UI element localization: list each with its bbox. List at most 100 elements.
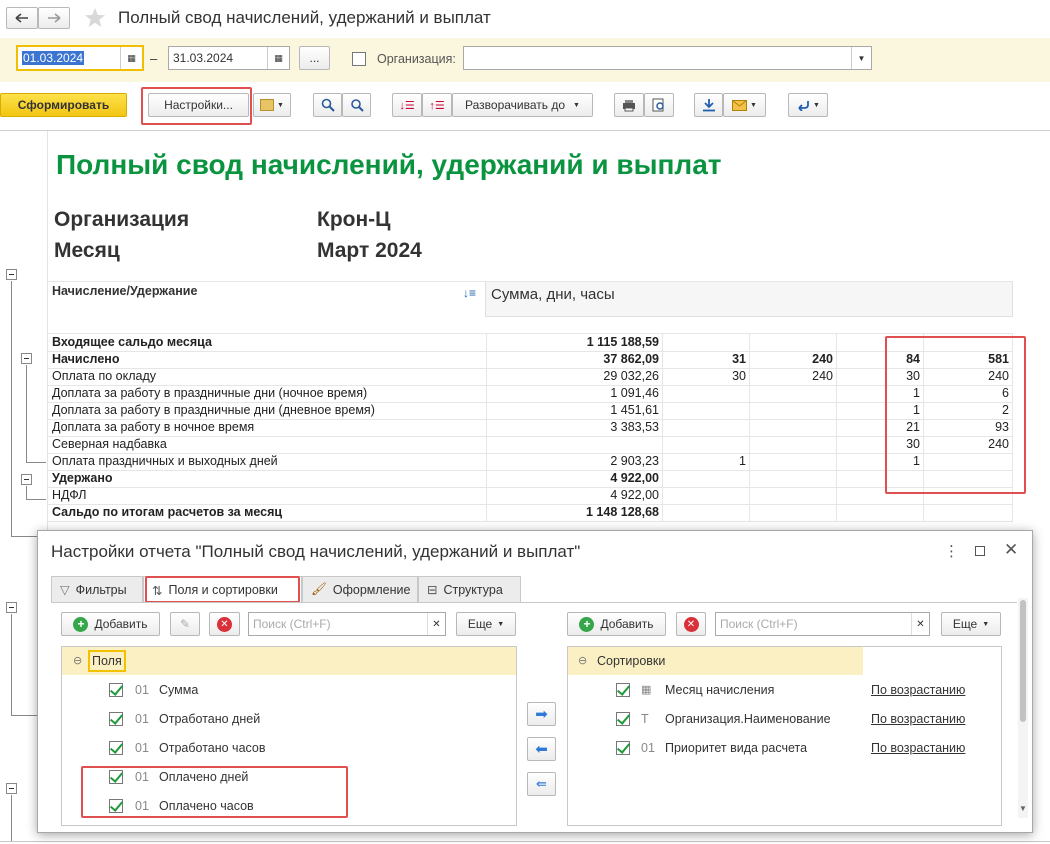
params-bar: 01.03.2024 ▦ – 31.03.2024 ▦ ... Организа… [0, 38, 1050, 82]
save-button[interactable] [694, 93, 723, 117]
row-label: Входящее сальдо месяца [52, 335, 212, 349]
sort-order-link[interactable]: По возрастанию [871, 712, 965, 726]
clear-icon[interactable]: ✕ [911, 613, 929, 635]
sort-order-link[interactable]: По возрастанию [871, 683, 965, 697]
report-title: Полный свод начислений, удержаний и выпл… [56, 149, 722, 180]
preview-button[interactable] [644, 93, 674, 117]
sort-field-label[interactable]: Приоритет вида расчета [665, 741, 807, 755]
row-label: Оплата праздничных и выходных дней [52, 454, 278, 468]
right-add-button[interactable]: + Добавить [567, 612, 666, 636]
scroll-down-icon[interactable]: ▼ [1019, 804, 1027, 813]
close-icon[interactable]: ✕ [1004, 540, 1018, 560]
header-underline [48, 333, 1013, 334]
date-to-field[interactable]: 31.03.2024 ▦ [168, 46, 290, 70]
collapse-circle-icon[interactable]: ⊖ [73, 654, 82, 667]
right-more-button[interactable]: Еще ▼ [941, 612, 1001, 636]
row-label: Удержано [52, 471, 113, 485]
more-vert-icon[interactable]: ⋮ [944, 542, 959, 560]
left-more-label: Еще [467, 617, 493, 631]
settings-highlight [141, 87, 252, 125]
calendar-icon[interactable]: ▦ [120, 47, 142, 69]
tab-filters-label: Фильтры [75, 582, 127, 597]
chevron-down-icon: ▼ [277, 101, 284, 109]
group-collapse-toggle[interactable] [21, 353, 32, 364]
period-select-button[interactable]: ... [299, 46, 330, 70]
clear-icon[interactable]: ✕ [427, 613, 445, 635]
right-delete-button[interactable]: ✕ [676, 612, 706, 636]
print-button[interactable] [614, 93, 644, 117]
row-divider [48, 351, 1013, 352]
field-checkbox[interactable] [109, 741, 123, 755]
share-button[interactable]: ▼ [788, 93, 828, 117]
right-search-input[interactable]: Поиск (Ctrl+F) ✕ [715, 612, 930, 636]
row-divider [48, 487, 1013, 488]
collapse-circle-icon[interactable]: ⊖ [578, 654, 587, 667]
row-value-c2: 1 [739, 454, 746, 468]
field-checkbox[interactable] [109, 683, 123, 697]
tab-highlight [145, 576, 300, 603]
expand-groups-button[interactable]: ↑☰ [422, 93, 452, 117]
download-icon [702, 99, 715, 112]
sort-order-link[interactable]: По возрастанию [871, 741, 965, 755]
sort-checkbox[interactable] [616, 683, 630, 697]
group-collapse-toggle[interactable] [21, 474, 32, 485]
report-left-border [47, 131, 48, 541]
scroll-thumb[interactable] [1020, 600, 1026, 722]
collapse-groups-button[interactable]: ↓☰ [392, 93, 422, 117]
left-search-input[interactable]: Поиск (Ctrl+F) ✕ [248, 612, 446, 636]
sort-checkbox[interactable] [616, 712, 630, 726]
search-next-button[interactable] [342, 93, 371, 117]
chevron-down-icon: ▼ [813, 101, 820, 109]
sort-desc-icon[interactable]: ↓≡ [463, 286, 476, 300]
left-delete-button[interactable]: ✕ [209, 612, 240, 636]
field-label[interactable]: Отработано часов [159, 741, 266, 755]
row-label: Начислено [52, 352, 120, 366]
org-checkbox[interactable] [352, 52, 366, 66]
field-checkbox[interactable] [109, 712, 123, 726]
generate-button[interactable]: Сформировать [0, 93, 127, 117]
pencil-icon: ✎ [179, 617, 191, 631]
col-header-2: Сумма, дни, часы [491, 286, 615, 303]
window-title: Полный свод начислений, удержаний и выпл… [118, 8, 491, 27]
tab-appearance[interactable]: 🖌 Оформление [302, 576, 418, 602]
row-value-c1: 37 862,09 [603, 352, 659, 366]
row-value-c1: 2 903,23 [610, 454, 659, 468]
sort-field-label[interactable]: Месяц начисления [665, 683, 774, 697]
variants-button[interactable]: ▼ [253, 93, 291, 117]
calendar-icon[interactable]: ▦ [267, 47, 289, 69]
row-value-c1: 1 091,46 [610, 386, 659, 400]
group-collapse-toggle[interactable] [6, 783, 17, 794]
left-edit-button[interactable]: ✎ [170, 612, 200, 636]
field-label[interactable]: Отработано дней [159, 712, 260, 726]
forward-button[interactable] [38, 7, 70, 29]
back-button[interactable] [6, 7, 38, 29]
left-more-button[interactable]: Еще ▼ [456, 612, 516, 636]
group-collapse-toggle[interactable] [6, 269, 17, 280]
fields-group-row[interactable] [62, 647, 516, 675]
tree-line [11, 281, 12, 537]
tab-structure[interactable]: ⊟ Структура [418, 576, 521, 602]
star-icon[interactable] [84, 7, 106, 29]
tree-line [26, 365, 27, 463]
field-label[interactable]: Сумма [159, 683, 198, 697]
left-add-button[interactable]: + Добавить [61, 612, 160, 636]
search-button[interactable] [313, 93, 342, 117]
sort-checkbox[interactable] [616, 741, 630, 755]
group-collapse-toggle[interactable] [6, 602, 17, 613]
move-right-button[interactable]: ➡ [527, 702, 556, 726]
move-all-left-button[interactable]: ⇚ [527, 772, 556, 796]
collapse-icon: ↓☰ [399, 99, 415, 112]
date-from-field[interactable]: 01.03.2024 ▦ [16, 45, 144, 71]
tree-line [26, 462, 46, 463]
arrow-left-icon: ⬅ [535, 741, 548, 758]
sort-field-label[interactable]: Организация.Наименование [665, 712, 831, 726]
chevron-down-icon[interactable]: ▼ [851, 47, 871, 69]
col-divider [662, 333, 663, 521]
maximize-icon[interactable] [975, 546, 985, 556]
move-left-button[interactable]: ⬅ [527, 737, 556, 761]
expand-to-button[interactable]: Разворачивать до ▼ [452, 93, 593, 117]
email-button[interactable]: ▼ [723, 93, 766, 117]
tab-filters[interactable]: ▽ Фильтры [51, 576, 143, 602]
org-field[interactable]: ▼ [463, 46, 872, 70]
left-search-placeholder: Поиск (Ctrl+F) [253, 617, 331, 631]
